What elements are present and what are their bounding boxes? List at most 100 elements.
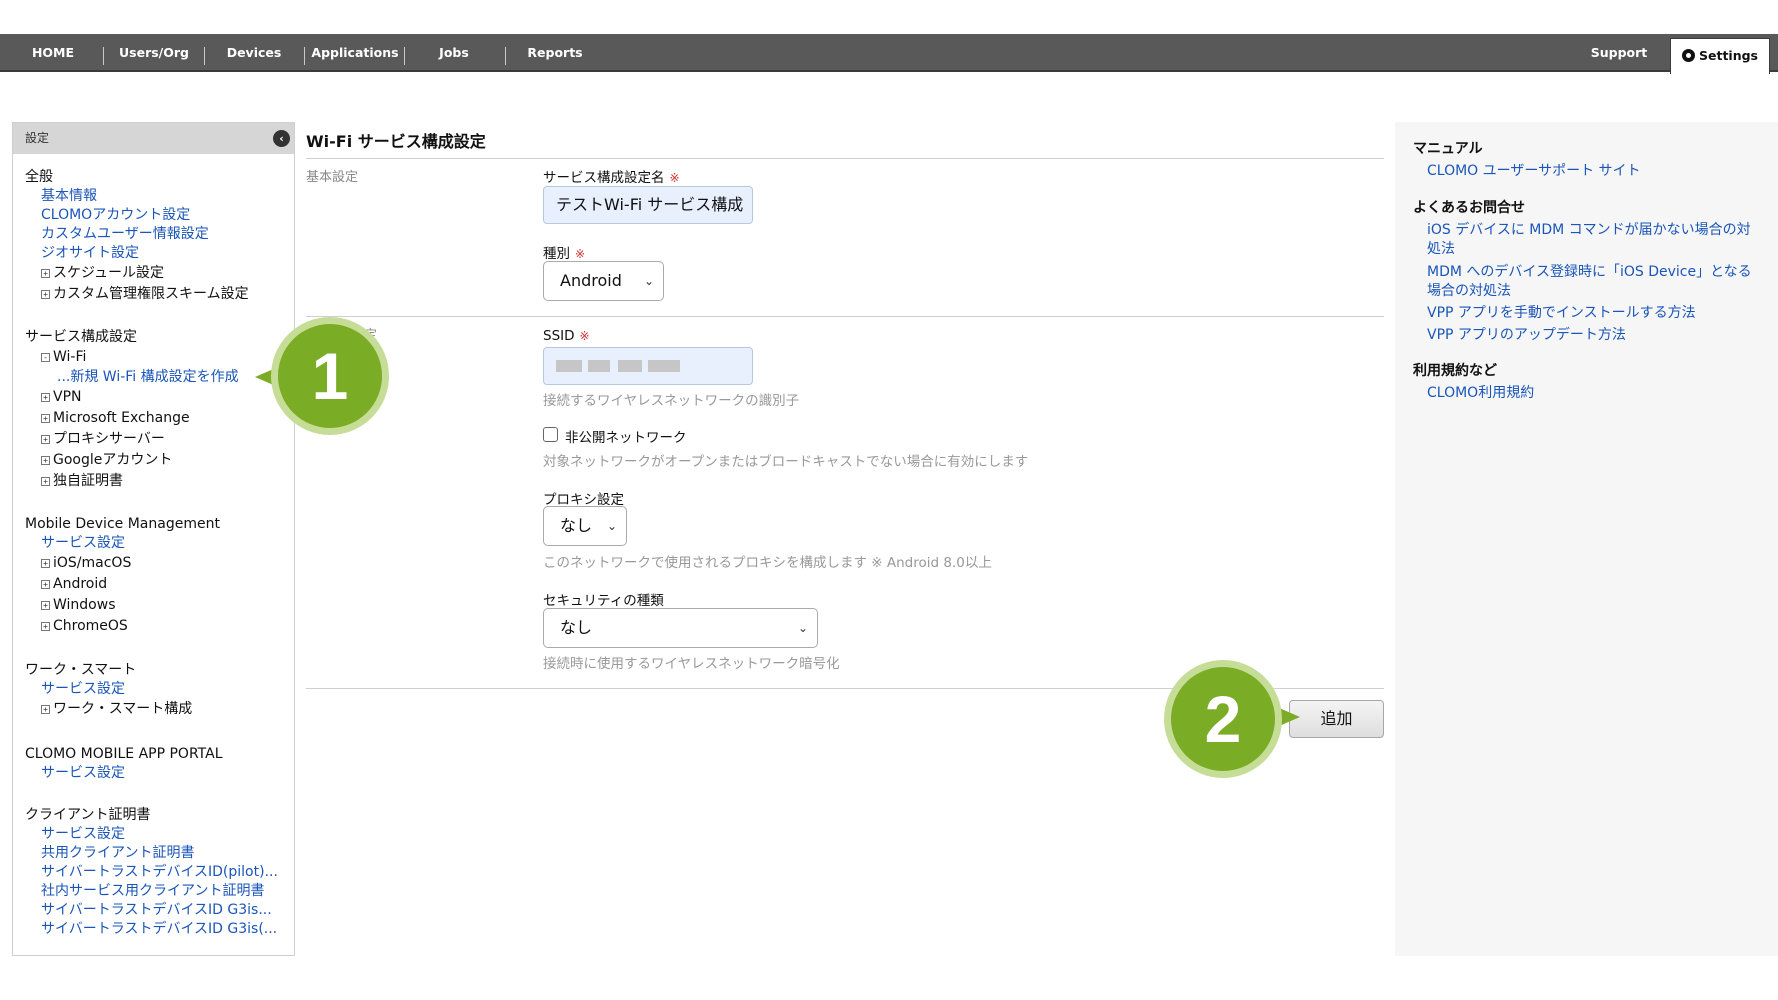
sidebar-tree-vpn[interactable]: + VPN — [25, 387, 239, 408]
expand-icon: + — [41, 622, 50, 631]
sidebar-link-internal-client-cert[interactable]: 社内サービス用クライアント証明書 — [25, 882, 278, 901]
sidebar-tree-work-smart-config[interactable]: + ワーク・スマート構成 — [25, 699, 192, 720]
expand-icon: + — [41, 435, 50, 444]
required-mark: ※ — [669, 171, 680, 185]
chevron-down-icon: ⌄ — [643, 274, 654, 288]
sidebar-header: 設定 ‹ — [13, 123, 294, 154]
security-hint: 接続時に使用するワイヤレスネットワーク暗号化 — [543, 656, 840, 672]
callout-marker-2: 2 — [1171, 667, 1275, 771]
ssid-field-label: SSID ※ — [543, 328, 590, 344]
ssid-input[interactable] — [543, 347, 753, 385]
expand-icon: + — [41, 559, 50, 568]
sidebar-tree-custom-permission[interactable]: + カスタム管理権限スキーム設定 — [25, 284, 249, 305]
sidebar-link-app-portal-service[interactable]: サービス設定 — [25, 764, 223, 783]
redacted-text — [556, 360, 582, 372]
chevron-down-icon: ⌄ — [797, 621, 808, 635]
sidebar-group-client-cert: クライアント証明書 サービス設定 共用クライアント証明書 サイバートラストデバイ… — [25, 806, 278, 939]
sidebar-group-title: Mobile Device Management — [25, 516, 220, 532]
faq-link-ios-device[interactable]: MDM へのデバイス登録時に「iOS Device」となる場合の対処法 — [1427, 263, 1763, 301]
terms-link[interactable]: CLOMO利用規約 — [1427, 384, 1763, 403]
nav-devices[interactable]: Devices — [212, 34, 296, 72]
divider — [306, 316, 1384, 317]
security-field-label: セキュリティの種類 — [543, 593, 664, 609]
nav-support[interactable]: Support — [1578, 34, 1660, 72]
sidebar-tree-schedule[interactable]: + スケジュール設定 — [25, 263, 249, 284]
sidebar-link-cybertrust-g3is[interactable]: サイバートラストデバイスID G3is... — [25, 901, 278, 920]
nav-home[interactable]: HOME — [18, 34, 88, 72]
sidebar-link-shared-client-cert[interactable]: 共用クライアント証明書 — [25, 844, 278, 863]
sidebar-link-cybertrust-pilot[interactable]: サイバートラストデバイスID(pilot)... — [25, 863, 278, 882]
ssid-hint: 接続するワイヤレスネットワークの識別子 — [543, 393, 800, 409]
name-field-label: サービス構成設定名 ※ — [543, 170, 680, 186]
expand-icon: + — [41, 269, 50, 278]
sidebar-group-work-smart: ワーク・スマート サービス設定 + ワーク・スマート構成 — [25, 661, 192, 720]
sidebar-tree-google-account[interactable]: + Googleアカウント — [25, 450, 239, 471]
sidebar-header-title: 設定 — [25, 131, 50, 145]
top-navigation: HOME Users/Org Devices Applications Jobs… — [0, 34, 1778, 74]
collapse-sidebar-icon[interactable]: ‹ — [273, 130, 290, 147]
security-type-select[interactable]: なし ⌄ — [543, 608, 818, 648]
expand-icon: + — [41, 705, 50, 714]
nav-applications[interactable]: Applications — [310, 34, 400, 72]
type-select[interactable]: Android ⌄ — [543, 261, 664, 301]
required-mark: ※ — [575, 247, 586, 261]
sidebar-tree-proxy[interactable]: + プロキシサーバー — [25, 429, 239, 450]
expand-icon: + — [41, 456, 50, 465]
sidebar-link-new-wifi-config[interactable]: ...新規 Wi-Fi 構成設定を作成 — [25, 367, 239, 387]
expand-icon: + — [41, 477, 50, 486]
divider — [306, 158, 1384, 159]
manual-link[interactable]: CLOMO ユーザーサポート サイト — [1427, 162, 1763, 181]
terms-title: 利用規約など — [1413, 363, 1497, 379]
hidden-network-hint: 対象ネットワークがオープンまたはブロードキャストでない場合に有効にします — [543, 454, 1029, 470]
sidebar-link-basic-info[interactable]: 基本情報 — [25, 187, 249, 206]
faq-title: よくあるお問合せ — [1413, 200, 1525, 216]
nav-jobs[interactable]: Jobs — [412, 34, 496, 72]
sidebar-link-clomo-account[interactable]: CLOMOアカウント設定 — [25, 206, 249, 225]
sidebar-group-title: ワーク・スマート — [25, 662, 137, 678]
sidebar-tree-chromeos[interactable]: + ChromeOS — [25, 616, 220, 637]
nav-users-org[interactable]: Users/Org — [110, 34, 198, 72]
add-button[interactable]: 追加 — [1289, 700, 1384, 738]
service-config-name-input[interactable]: テストWi-Fi サービス構成 — [543, 186, 753, 224]
hidden-network-checkbox[interactable] — [543, 427, 558, 442]
expand-icon: + — [41, 393, 50, 402]
nav-separator — [505, 47, 506, 65]
proxy-field-label: プロキシ設定 — [543, 492, 624, 508]
expand-icon: + — [41, 601, 50, 610]
section-label-basic: 基本設定 — [306, 170, 359, 185]
sidebar-tree-certificate[interactable]: + 独自証明書 — [25, 471, 239, 492]
sidebar-link-client-cert-service[interactable]: サービス設定 — [25, 825, 278, 844]
nav-reports[interactable]: Reports — [512, 34, 598, 72]
sidebar-link-custom-user-info[interactable]: カスタムユーザー情報設定 — [25, 225, 249, 244]
proxy-select[interactable]: なし ⌄ — [543, 506, 627, 546]
collapse-icon: - — [41, 353, 50, 362]
nav-settings-label: Settings — [1698, 48, 1758, 63]
sidebar-group-general: 全般 基本情報 CLOMOアカウント設定 カスタムユーザー情報設定 ジオサイト設… — [25, 168, 249, 305]
sidebar-tree-windows[interactable]: + Windows — [25, 595, 220, 616]
faq-link-mdm-command[interactable]: iOS デバイスに MDM コマンドが届かない場合の対処法 — [1427, 221, 1763, 259]
faq-link-vpp-update[interactable]: VPP アプリのアップデート方法 — [1427, 326, 1763, 345]
sidebar-link-work-smart-service[interactable]: サービス設定 — [25, 680, 192, 699]
help-panel: マニュアル CLOMO ユーザーサポート サイト よくあるお問合せ iOS デバ… — [1395, 122, 1778, 956]
nav-separator — [204, 47, 205, 65]
callout-marker-1: 1 — [278, 324, 382, 428]
expand-icon: + — [41, 580, 50, 589]
sidebar-tree-exchange[interactable]: + Microsoft Exchange — [25, 408, 239, 429]
page-title: Wi-Fi サービス構成設定 — [306, 132, 486, 151]
sidebar-link-mdm-service[interactable]: サービス設定 — [25, 534, 220, 553]
sidebar-tree-ios-macos[interactable]: + iOS/macOS — [25, 553, 220, 574]
redacted-text — [648, 360, 680, 372]
sidebar-group-title: CLOMO MOBILE APP PORTAL — [25, 746, 223, 762]
sidebar-link-cybertrust-g3is-2[interactable]: サイバートラストデバイスID G3is(... — [25, 920, 278, 939]
sidebar-group-title: サービス構成設定 — [25, 329, 137, 345]
nav-settings-tab[interactable]: Settings — [1670, 38, 1770, 74]
nav-separator — [404, 47, 405, 65]
sidebar-link-geosite[interactable]: ジオサイト設定 — [25, 244, 249, 263]
nav-separator — [103, 47, 104, 65]
chevron-down-icon: ⌄ — [606, 519, 617, 533]
sidebar-group-service-config: サービス構成設定 - Wi-Fi ...新規 Wi-Fi 構成設定を作成 + VPN… — [25, 328, 239, 492]
proxy-hint: このネットワークで使用されるプロキシを構成します ※ Android 8.0以上 — [543, 555, 992, 571]
sidebar-tree-wifi[interactable]: - Wi-Fi — [25, 347, 239, 367]
sidebar-tree-android[interactable]: + Android — [25, 574, 220, 595]
faq-link-vpp-install[interactable]: VPP アプリを手動でインストールする方法 — [1427, 304, 1763, 323]
